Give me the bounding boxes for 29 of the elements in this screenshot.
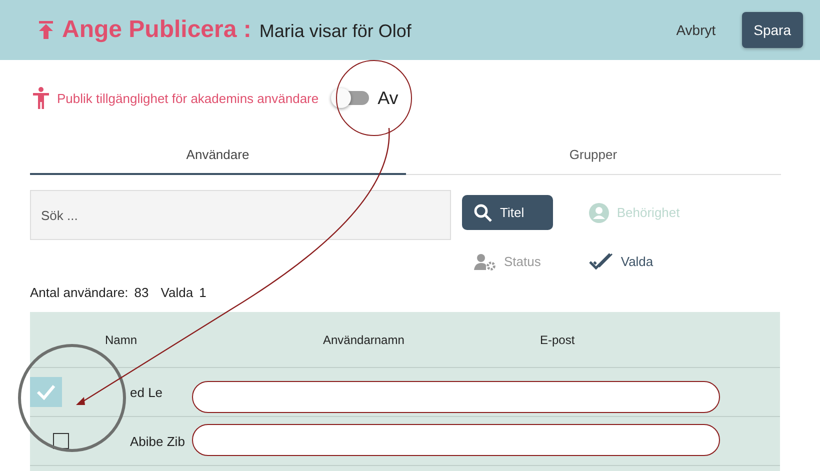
user-count: 83 bbox=[134, 285, 149, 300]
filter-button[interactable]: Titel bbox=[462, 195, 553, 230]
row-checkbox[interactable] bbox=[53, 433, 69, 449]
selected-label: Valda bbox=[160, 285, 194, 300]
user-circle-icon bbox=[588, 202, 609, 222]
name-cell-text: ed Le bbox=[129, 384, 164, 400]
cancel-button[interactable]: Avbryt bbox=[672, 18, 720, 42]
column-header: Användarnamn bbox=[323, 332, 406, 346]
check-icon bbox=[36, 384, 56, 400]
filter-button[interactable]: Valda bbox=[576, 244, 692, 279]
toggle-state-label: Av bbox=[378, 88, 398, 108]
upload-icon bbox=[38, 21, 54, 39]
tab[interactable]: Användare bbox=[30, 136, 406, 175]
column-header: Namn bbox=[105, 332, 138, 346]
row-checkbox[interactable] bbox=[30, 377, 62, 407]
column-header: E-post bbox=[540, 332, 576, 346]
count-label: Antal användare: bbox=[30, 285, 128, 300]
page-subtitle: Maria visar för Olof bbox=[259, 21, 412, 42]
tab[interactable]: Grupper bbox=[406, 136, 781, 175]
search-field[interactable]: Sök ... bbox=[30, 190, 451, 240]
name-cell-text: Abibe Zib bbox=[129, 434, 186, 448]
public-access-label: Publik tillgänglighet för akademins användare bbox=[57, 90, 319, 106]
double-check-icon bbox=[588, 252, 613, 270]
page-title: Ange Publicera : bbox=[62, 16, 252, 44]
selected-count: 1 bbox=[199, 285, 206, 300]
user-gear-icon bbox=[474, 252, 496, 270]
search-icon bbox=[474, 204, 492, 222]
save-button[interactable]: Spara bbox=[742, 12, 803, 48]
accessibility-icon bbox=[33, 87, 49, 109]
